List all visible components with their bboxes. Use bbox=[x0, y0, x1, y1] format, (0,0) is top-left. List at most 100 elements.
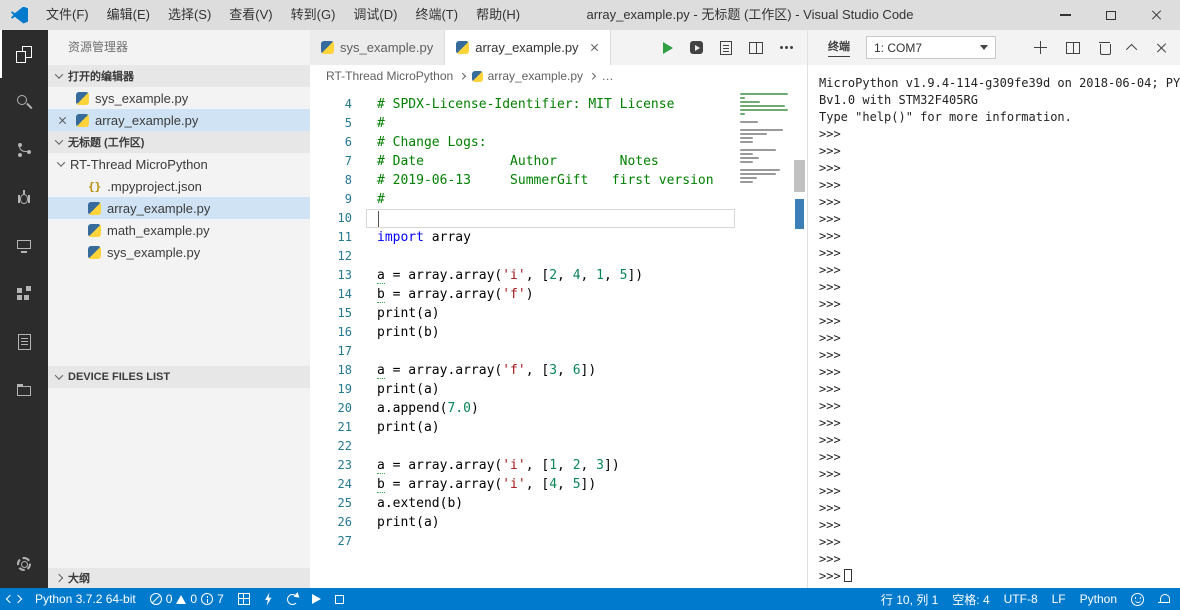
tree-item[interactable]: sys_example.py bbox=[48, 241, 310, 263]
activity-notebook[interactable] bbox=[0, 318, 48, 366]
maximize-button[interactable] bbox=[1088, 0, 1134, 30]
notifications-button[interactable] bbox=[1151, 588, 1176, 610]
code-line[interactable]: 24 b = array.array('i', [4, 5]) bbox=[310, 475, 807, 494]
line-number[interactable]: 21 bbox=[310, 418, 374, 437]
line-number[interactable]: 27 bbox=[310, 532, 374, 551]
code-line[interactable]: 18 a = array.array('f', [3, 6]) bbox=[310, 361, 807, 380]
section-outline[interactable]: 大纲 bbox=[48, 568, 310, 588]
language-mode[interactable]: Python bbox=[1073, 588, 1124, 610]
close-icon[interactable] bbox=[590, 43, 599, 52]
activity-search[interactable] bbox=[0, 78, 48, 126]
code-line[interactable]: 16 print(b) bbox=[310, 323, 807, 342]
line-number[interactable]: 11 bbox=[310, 228, 374, 247]
line-number[interactable]: 17 bbox=[310, 342, 374, 361]
code-line[interactable]: 15 print(a) bbox=[310, 304, 807, 323]
line-number[interactable]: 26 bbox=[310, 513, 374, 532]
line-number[interactable]: 18 bbox=[310, 361, 374, 380]
debug-run-icon[interactable] bbox=[690, 41, 703, 54]
activity-remote[interactable] bbox=[0, 222, 48, 270]
line-number[interactable]: 10 bbox=[310, 209, 374, 228]
sync-button[interactable] bbox=[280, 588, 305, 610]
code-line[interactable]: 22 bbox=[310, 437, 807, 456]
line-number[interactable]: 8 bbox=[310, 171, 374, 190]
run-icon[interactable] bbox=[663, 41, 673, 54]
breadcrumb-item[interactable]: … bbox=[602, 69, 614, 83]
menu-item[interactable]: 选择(S) bbox=[159, 0, 220, 30]
tab-terminal[interactable]: 终端 bbox=[828, 38, 850, 57]
code-line[interactable]: 23 a = array.array('i', [1, 2, 3]) bbox=[310, 456, 807, 475]
code-line[interactable]: 6 # Change Logs: bbox=[310, 133, 807, 152]
feedback-button[interactable] bbox=[1124, 588, 1151, 610]
line-number[interactable]: 23 bbox=[310, 456, 374, 475]
line-number[interactable]: 19 bbox=[310, 380, 374, 399]
code-line[interactable]: 4 # SPDX-License-Identifier: MIT License bbox=[310, 95, 807, 114]
activity-source-control[interactable] bbox=[0, 126, 48, 174]
plus-icon[interactable] bbox=[1034, 41, 1047, 54]
eol[interactable]: LF bbox=[1045, 588, 1073, 610]
code-line[interactable]: 10 bbox=[310, 209, 807, 228]
code-line[interactable]: 26 print(a) bbox=[310, 513, 807, 532]
code-line[interactable]: 21 print(a) bbox=[310, 418, 807, 437]
tab-array_example.py[interactable]: array_example.py bbox=[445, 30, 611, 65]
editor-scrollbar[interactable] bbox=[792, 87, 807, 588]
tab-sys_example.py[interactable]: sys_example.py bbox=[310, 30, 446, 65]
tree-item[interactable]: {} .mpyproject.json bbox=[48, 175, 310, 197]
code-line[interactable]: 5 # bbox=[310, 114, 807, 133]
more-icon[interactable] bbox=[780, 46, 783, 49]
section-device-files[interactable]: DEVICE FILES LIST bbox=[48, 366, 310, 388]
code-line[interactable]: 25 a.extend(b) bbox=[310, 494, 807, 513]
play-button[interactable] bbox=[305, 588, 328, 610]
chevron-up-icon[interactable] bbox=[1125, 43, 1138, 55]
activity-extensions[interactable] bbox=[0, 270, 48, 318]
menu-item[interactable]: 调试(D) bbox=[344, 0, 406, 30]
menu-item[interactable]: 查看(V) bbox=[220, 0, 281, 30]
line-number[interactable]: 20 bbox=[310, 399, 374, 418]
minimap[interactable] bbox=[736, 87, 792, 588]
trash-icon[interactable] bbox=[1099, 41, 1111, 55]
line-number[interactable]: 15 bbox=[310, 304, 374, 323]
code-line[interactable]: 14 b = array.array('f') bbox=[310, 285, 807, 304]
activity-explorer[interactable] bbox=[0, 30, 48, 78]
line-number[interactable]: 16 bbox=[310, 323, 374, 342]
activity-folders[interactable] bbox=[0, 366, 48, 414]
code-line[interactable]: 12 bbox=[310, 247, 807, 266]
split-icon[interactable] bbox=[1066, 41, 1080, 54]
line-number[interactable]: 6 bbox=[310, 133, 374, 152]
breadcrumb-item[interactable]: RT-Thread MicroPython bbox=[326, 69, 453, 83]
code-line[interactable]: 13 a = array.array('i', [2, 4, 1, 5]) bbox=[310, 266, 807, 285]
python-interpreter[interactable]: Python 3.7.2 64-bit bbox=[28, 588, 143, 610]
flash-button[interactable] bbox=[257, 588, 280, 610]
section-workspace[interactable]: 无标题 (工作区) bbox=[48, 131, 310, 153]
line-number[interactable]: 5 bbox=[310, 114, 374, 133]
section-open-editors[interactable]: 打开的编辑器 bbox=[48, 65, 310, 87]
line-number[interactable]: 4 bbox=[310, 95, 374, 114]
line-number[interactable]: 25 bbox=[310, 494, 374, 513]
stop-button[interactable] bbox=[328, 588, 351, 610]
menu-item[interactable]: 转到(G) bbox=[282, 0, 345, 30]
activity-settings[interactable] bbox=[0, 540, 48, 588]
terminal-output[interactable]: MicroPython v1.9.4-114-g309fe39d on 2018… bbox=[808, 65, 1180, 588]
tree-item[interactable]: math_example.py bbox=[48, 219, 310, 241]
close-icon[interactable] bbox=[58, 116, 67, 125]
line-number[interactable]: 14 bbox=[310, 285, 374, 304]
tree-item[interactable]: array_example.py bbox=[48, 197, 310, 219]
code-editor[interactable]: 4 # SPDX-License-Identifier: MIT License 5… bbox=[310, 87, 807, 588]
indentation[interactable]: 空格: 4 bbox=[945, 588, 996, 610]
breadcrumb-item[interactable]: array_example.py bbox=[471, 69, 583, 83]
line-number[interactable]: 7 bbox=[310, 152, 374, 171]
split-editor-icon[interactable] bbox=[749, 41, 763, 54]
code-line[interactable]: 19 print(a) bbox=[310, 380, 807, 399]
grid-button[interactable] bbox=[231, 588, 257, 610]
code-line[interactable]: 9 # bbox=[310, 190, 807, 209]
scrollbar-thumb[interactable] bbox=[794, 160, 805, 192]
line-number[interactable]: 13 bbox=[310, 266, 374, 285]
menu-item[interactable]: 终端(T) bbox=[406, 0, 467, 30]
activity-debug[interactable] bbox=[0, 174, 48, 222]
menu-item[interactable]: 帮助(H) bbox=[467, 0, 529, 30]
open-file-icon[interactable] bbox=[720, 40, 732, 55]
remote-button[interactable] bbox=[0, 588, 28, 610]
menu-item[interactable]: 文件(F) bbox=[37, 0, 98, 30]
terminal-select[interactable]: 1: COM7 bbox=[866, 36, 996, 59]
line-number[interactable]: 12 bbox=[310, 247, 374, 266]
cursor-position[interactable]: 行 10, 列 1 bbox=[874, 588, 945, 610]
